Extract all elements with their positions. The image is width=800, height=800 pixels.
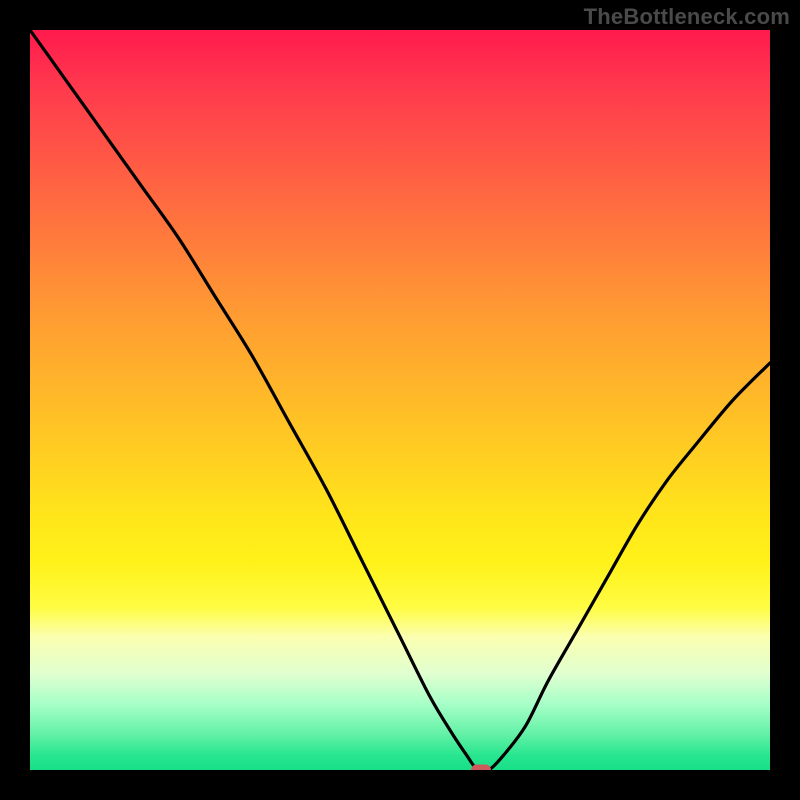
optimal-point-marker: [471, 765, 491, 771]
chart-frame: TheBottleneck.com: [0, 0, 800, 800]
bottleneck-curve: [30, 30, 770, 770]
plot-area: [30, 30, 770, 770]
watermark-text: TheBottleneck.com: [584, 4, 790, 30]
